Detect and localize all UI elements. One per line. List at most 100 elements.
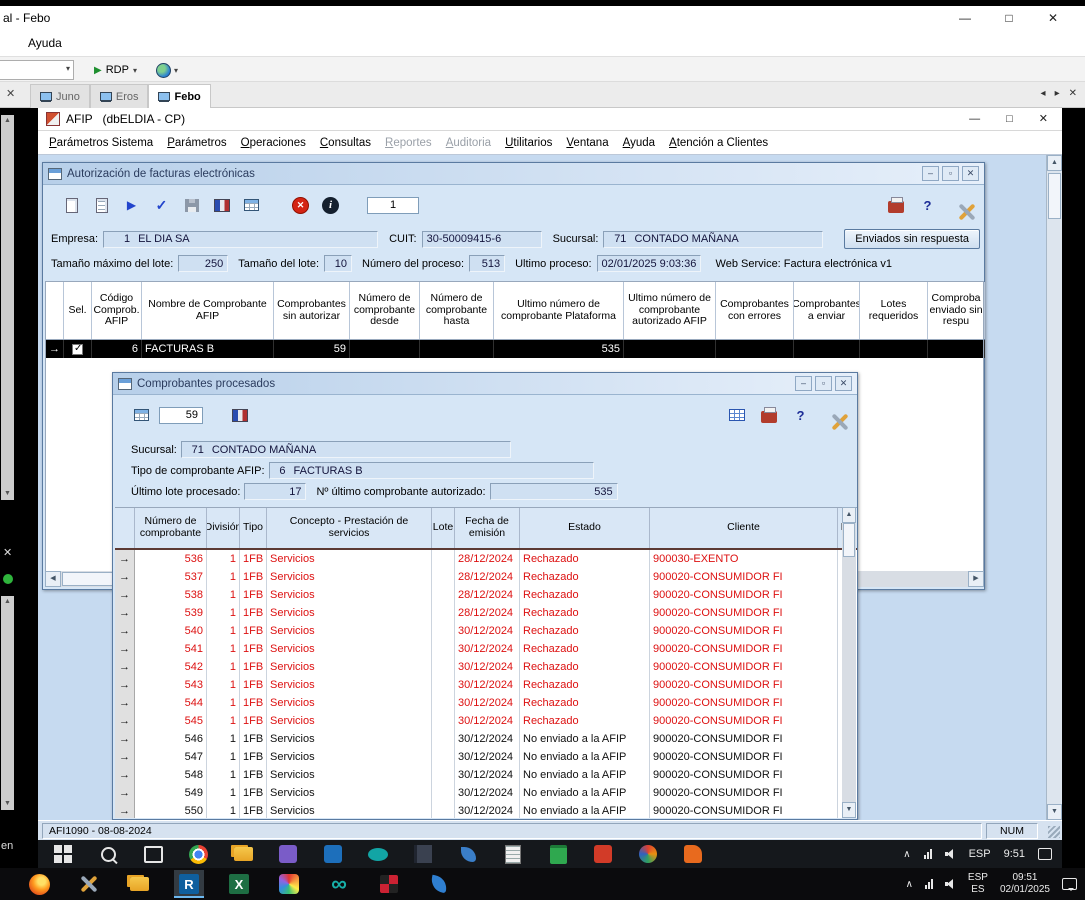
- menu-reportes[interactable]: Reportes: [378, 131, 439, 154]
- process-counter-field[interactable]: 1: [367, 197, 419, 214]
- left-dock-scrollbar[interactable]: ▲▼: [1, 115, 14, 500]
- auth-col-header[interactable]: Comprobantes a enviar: [794, 282, 860, 339]
- proc-grid-row[interactable]: →54411FBServicios30/12/2024Rechazado9000…: [115, 694, 857, 712]
- grid-view-button[interactable]: [724, 403, 749, 427]
- app-drafting-icon[interactable]: [320, 841, 346, 867]
- scroll-right-icon[interactable]: ▶: [968, 571, 984, 587]
- auth-col-header[interactable]: Lotes requeridos: [860, 282, 928, 339]
- chrome-icon[interactable]: [185, 841, 211, 867]
- menu-operaciones[interactable]: Operaciones: [234, 131, 313, 154]
- resize-grip[interactable]: [1048, 826, 1060, 838]
- proc-col-header[interactable]: Tipo: [240, 508, 267, 548]
- empresa-field[interactable]: 1 EL DIA SA: [103, 231, 378, 248]
- app-purple-icon[interactable]: [275, 841, 301, 867]
- close-icon[interactable]: ✕: [1031, 6, 1075, 30]
- menu-utilitarios[interactable]: Utilitarios: [498, 131, 559, 154]
- lote-max-field[interactable]: 250: [178, 255, 228, 272]
- volume-icon[interactable]: [945, 879, 956, 889]
- proc-grid-row[interactable]: →53811FBServicios28/12/2024Rechazado9000…: [115, 586, 857, 604]
- file-explorer-icon[interactable]: [230, 841, 256, 867]
- file-explorer-icon[interactable]: [124, 870, 154, 898]
- scroll-down-icon[interactable]: ▼: [4, 798, 11, 810]
- infinity-app-icon[interactable]: ∞: [324, 870, 354, 898]
- start-button[interactable]: [50, 841, 76, 867]
- tools-button[interactable]: [947, 193, 972, 217]
- scroll-thumb[interactable]: [1048, 173, 1061, 219]
- ledger-button[interactable]: [227, 403, 252, 427]
- menu-ayuda[interactable]: Ayuda: [28, 30, 62, 56]
- tools-button[interactable]: [820, 403, 845, 427]
- scroll-down-icon[interactable]: ▼: [842, 802, 856, 818]
- print-button[interactable]: [756, 403, 781, 427]
- stop-button[interactable]: ✕: [288, 193, 313, 217]
- menu-atenci-n-a-clientes[interactable]: Atención a Clientes: [662, 131, 775, 154]
- network-icon[interactable]: [925, 879, 933, 889]
- dock-close-icon[interactable]: ✕: [3, 546, 12, 559]
- flag-app-icon[interactable]: [374, 870, 404, 898]
- proc-col-header[interactable]: Lote: [432, 508, 455, 548]
- proc-grid-row[interactable]: →54211FBServicios30/12/2024Rechazado9000…: [115, 658, 857, 676]
- firefox-icon[interactable]: [24, 870, 54, 898]
- rdp-manager-icon[interactable]: R: [174, 870, 204, 898]
- language-indicator[interactable]: ESP: [969, 848, 991, 860]
- tab-eros[interactable]: Eros: [90, 84, 149, 108]
- app-binder-icon[interactable]: [410, 841, 436, 867]
- auth-col-header[interactable]: Código Comprob. AFIP: [92, 282, 142, 339]
- auth-col-header[interactable]: Número de comprobante desde: [350, 282, 420, 339]
- auth-col-header[interactable]: Sel.: [64, 282, 92, 339]
- ledger-button[interactable]: [209, 193, 234, 217]
- ultimo-proceso-field[interactable]: 02/01/2025 9:03:36: [597, 255, 701, 272]
- minimize-icon[interactable]: –: [795, 376, 812, 391]
- new-document-button[interactable]: [59, 193, 84, 217]
- prev-tab-icon[interactable]: ◂: [1041, 88, 1046, 99]
- web-connect-button[interactable]: ▾: [152, 59, 182, 81]
- network-icon[interactable]: [924, 849, 932, 859]
- proc-window-titlebar[interactable]: Comprobantes procesados – ▫ ✕: [113, 373, 857, 395]
- proc-grid-row[interactable]: →53911FBServicios28/12/2024Rechazado9000…: [115, 604, 857, 622]
- proc-col-header[interactable]: Número de comprobante: [135, 508, 207, 548]
- language-indicator[interactable]: ESP ES: [968, 872, 988, 897]
- close-icon[interactable]: ✕: [1039, 108, 1048, 131]
- proc-grid-row[interactable]: →55011FBServicios30/12/2024No enviado a …: [115, 802, 857, 818]
- minimize-icon[interactable]: —: [969, 108, 980, 131]
- proc-grid-row[interactable]: →54011FBServicios30/12/2024Rechazado9000…: [115, 622, 857, 640]
- minimize-icon[interactable]: —: [943, 6, 987, 30]
- sucursal-field[interactable]: 71 CONTADO MAÑANA: [603, 231, 823, 248]
- app-p-icon[interactable]: [590, 841, 616, 867]
- auth-col-header[interactable]: Número de comprobante hasta: [420, 282, 494, 339]
- restore-icon[interactable]: □: [1006, 108, 1013, 131]
- feather-app-icon[interactable]: [424, 870, 454, 898]
- help-button[interactable]: ?: [788, 403, 813, 427]
- search-button[interactable]: [95, 841, 121, 867]
- scroll-thumb[interactable]: [843, 523, 855, 557]
- notification-icon[interactable]: [1038, 848, 1052, 860]
- menu-consultas[interactable]: Consultas: [313, 131, 378, 154]
- tab-juno[interactable]: Juno: [30, 84, 90, 108]
- ultimo-lote-field[interactable]: 17: [244, 483, 306, 500]
- menu-par-metros[interactable]: Parámetros: [160, 131, 233, 154]
- auth-grid-row[interactable]: →6FACTURAS B59535: [46, 340, 983, 358]
- auth-col-header[interactable]: Ultimo número de comprobante Plataforma: [494, 282, 624, 339]
- proc-col-header[interactable]: Fecha de emisión: [455, 508, 520, 548]
- proc-grid-row[interactable]: →54811FBServicios30/12/2024No enviado a …: [115, 766, 857, 784]
- action-center-icon[interactable]: [1062, 878, 1077, 890]
- save-button[interactable]: [179, 193, 204, 217]
- left-dock-scrollbar-2[interactable]: ▲▼: [1, 596, 14, 810]
- auth-col-header[interactable]: Comprobantes sin autorizar: [274, 282, 350, 339]
- app-calendar-icon[interactable]: [545, 841, 571, 867]
- proc-grid-row[interactable]: →54111FBServicios30/12/2024Rechazado9000…: [115, 640, 857, 658]
- proc-col-header[interactable]: Estado: [520, 508, 650, 548]
- proc-grid-row[interactable]: →53611FBServicios28/12/2024Rechazado9000…: [115, 550, 857, 568]
- close-session-icon[interactable]: ✕: [1069, 88, 1077, 99]
- connection-combo[interactable]: ▾: [0, 60, 74, 80]
- auth-col-header[interactable]: Comproba enviado sin respu: [928, 282, 985, 339]
- tools-icon[interactable]: [74, 870, 104, 898]
- properties-button[interactable]: [89, 193, 114, 217]
- proceso-field[interactable]: 513: [469, 255, 505, 272]
- task-view-button[interactable]: [140, 841, 166, 867]
- export-grid-button[interactable]: [129, 403, 154, 427]
- proc-grid-row[interactable]: →54711FBServicios30/12/2024No enviado a …: [115, 748, 857, 766]
- auth-col-header[interactable]: Nombre de Comprobante AFIP: [142, 282, 274, 339]
- menu-par-metros-sistema[interactable]: Parámetros Sistema: [42, 131, 160, 154]
- paint-app-icon[interactable]: [274, 870, 304, 898]
